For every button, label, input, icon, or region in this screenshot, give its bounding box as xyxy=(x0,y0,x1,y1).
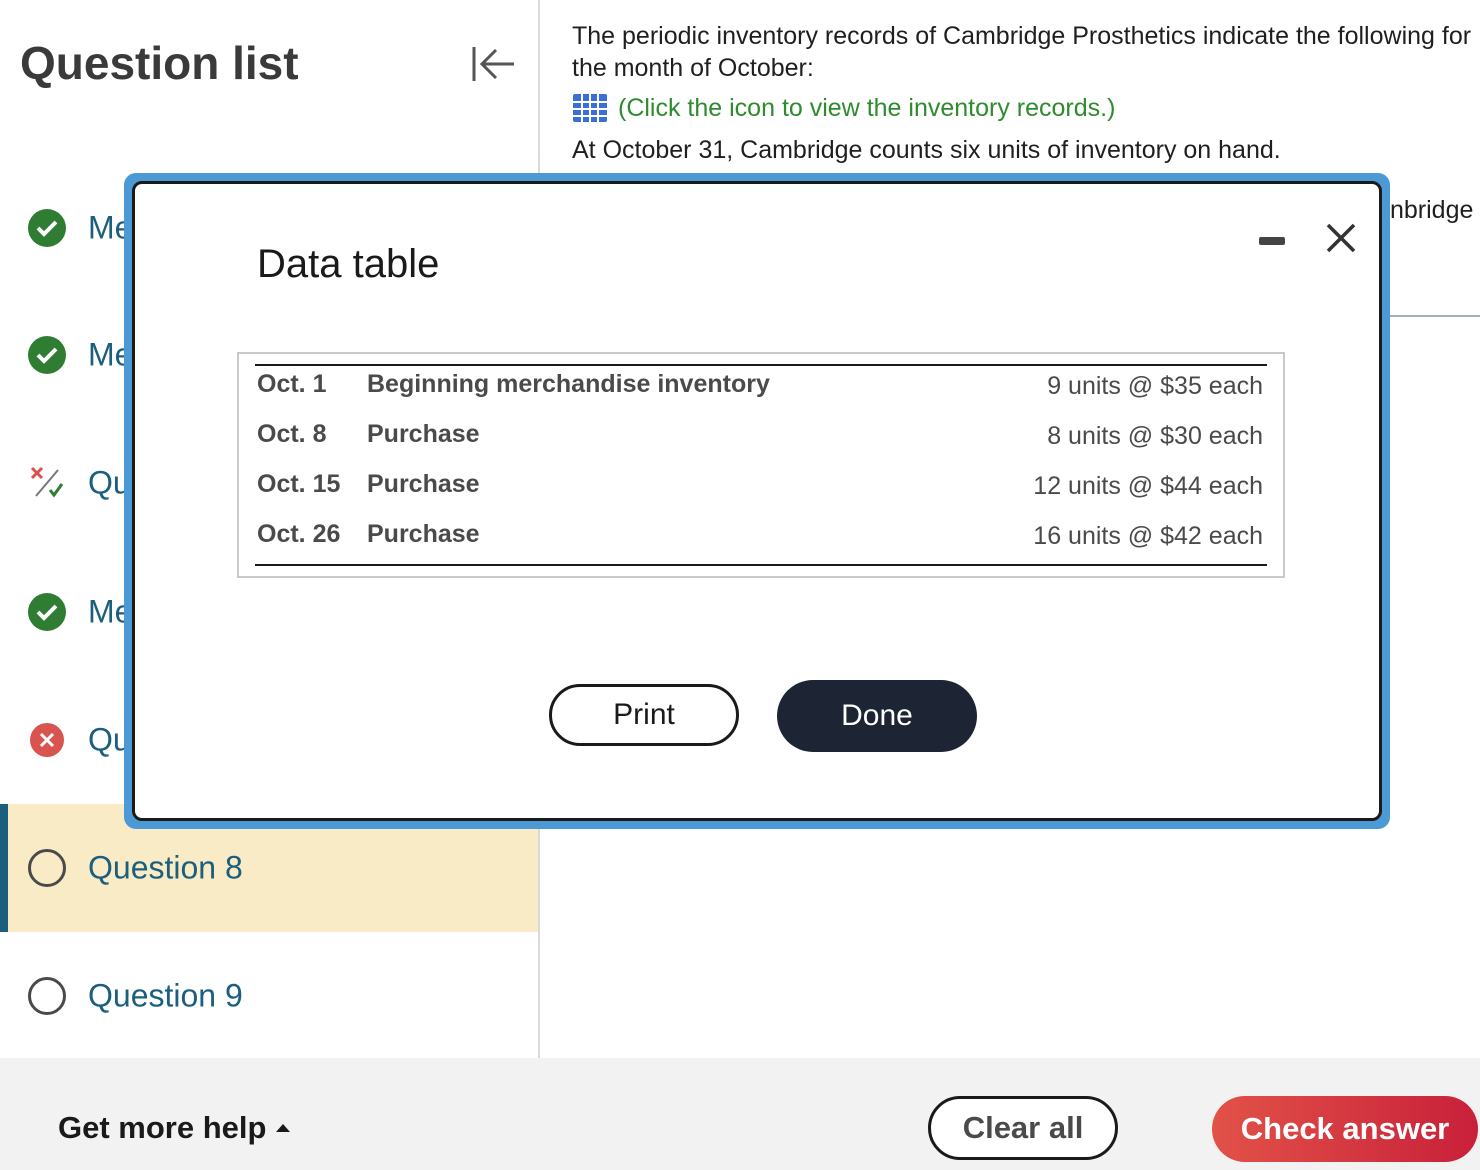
question-label: Question 9 xyxy=(88,977,243,1014)
minimize-button[interactable] xyxy=(1259,236,1287,246)
table-row: Oct. 15 Purchase 12 units @ $44 each xyxy=(255,466,1267,516)
row-description: Beginning merchandise inventory xyxy=(367,370,770,398)
question-item[interactable]: Question 9 xyxy=(0,932,538,1060)
row-date: Oct. 1 xyxy=(257,370,327,398)
row-amount: 12 units @ $44 each xyxy=(1033,472,1263,500)
collapse-left-icon xyxy=(472,47,514,81)
unanswered-circle-icon xyxy=(28,849,66,887)
row-description: Purchase xyxy=(367,470,480,498)
table-row: Oct. 26 Purchase 16 units @ $42 each xyxy=(255,516,1267,566)
row-date: Oct. 15 xyxy=(257,470,341,498)
data-table-modal: Data table Oct. 1 Beginning merchandise … xyxy=(124,173,1390,829)
modal-title: Data table xyxy=(257,242,440,286)
print-button[interactable]: Print xyxy=(549,684,739,746)
divider xyxy=(1390,315,1480,317)
inventory-table-body: Oct. 1 Beginning merchandise inventory 9… xyxy=(255,364,1267,566)
row-date: Oct. 26 xyxy=(257,520,341,548)
inventory-records-link[interactable]: (Click the icon to view the inventory re… xyxy=(572,92,1472,124)
done-button[interactable]: Done xyxy=(777,680,977,752)
row-description: Purchase xyxy=(367,520,480,548)
incorrect-x-icon xyxy=(28,721,66,759)
row-description: Purchase xyxy=(367,420,480,448)
close-button[interactable] xyxy=(1321,218,1361,258)
question-text-2: At October 31, Cambridge counts six unit… xyxy=(572,136,1281,164)
collapse-sidebar-button[interactable] xyxy=(466,42,518,86)
occluded-question-text: nbridge xyxy=(1390,196,1474,224)
help-label: Get more help xyxy=(58,1110,267,1145)
table-grid-icon xyxy=(573,94,607,122)
correct-check-icon xyxy=(28,209,66,247)
sidebar-title: Question list xyxy=(20,37,299,89)
row-amount: 9 units @ $35 each xyxy=(1047,372,1263,400)
row-amount: 16 units @ $42 each xyxy=(1033,522,1263,550)
inventory-table: Oct. 1 Beginning merchandise inventory 9… xyxy=(237,352,1285,578)
question-text: The periodic inventory records of Cambri… xyxy=(572,22,1472,82)
table-row: Oct. 1 Beginning merchandise inventory 9… xyxy=(255,366,1267,416)
row-amount: 8 units @ $30 each xyxy=(1047,422,1263,450)
correct-check-icon xyxy=(28,336,66,374)
table-row: Oct. 8 Purchase 8 units @ $30 each xyxy=(255,416,1267,466)
close-icon xyxy=(1326,223,1356,253)
partial-credit-icon xyxy=(28,464,66,502)
modal-body: Data table Oct. 1 Beginning merchandise … xyxy=(132,181,1382,821)
caret-up-icon xyxy=(276,1124,291,1132)
clear-all-button[interactable]: Clear all xyxy=(928,1096,1118,1160)
footer-bar: Get more help Clear all Check answer xyxy=(0,1058,1480,1170)
question-label: Question 8 xyxy=(88,849,243,886)
minimize-icon xyxy=(1259,237,1285,245)
correct-check-icon xyxy=(28,593,66,631)
get-more-help-button[interactable]: Get more help xyxy=(58,1110,291,1146)
unanswered-circle-icon xyxy=(28,977,66,1015)
records-link-text: (Click the icon to view the inventory re… xyxy=(618,94,1116,122)
row-date: Oct. 8 xyxy=(257,420,327,448)
question-content: The periodic inventory records of Cambri… xyxy=(572,20,1472,166)
check-answer-button[interactable]: Check answer xyxy=(1212,1096,1478,1162)
